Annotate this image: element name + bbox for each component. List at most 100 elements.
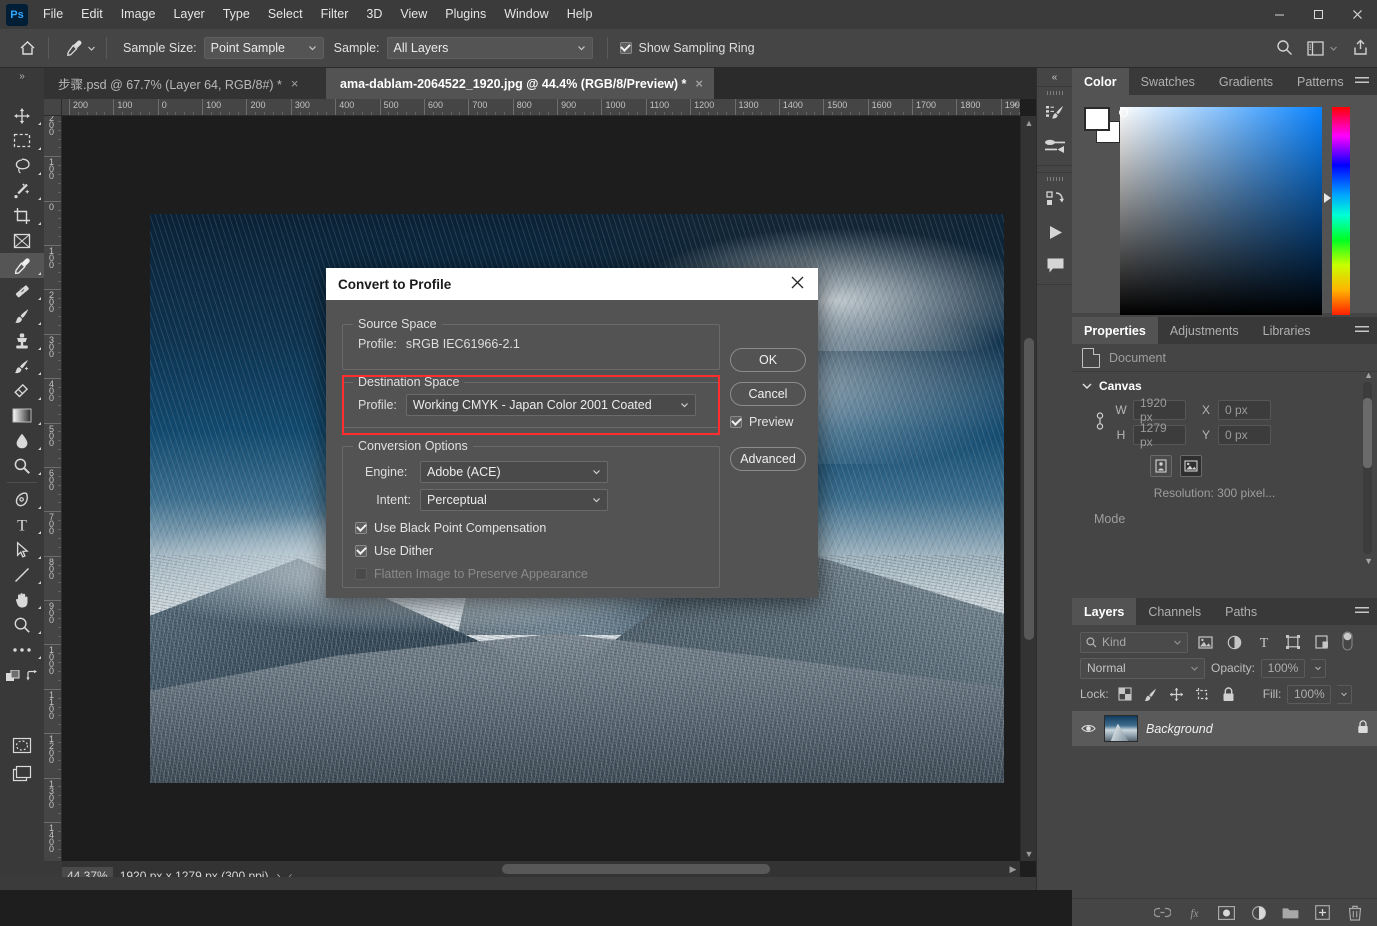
intent-select[interactable]: Perceptual: [420, 489, 608, 511]
minimize-button[interactable]: [1260, 0, 1299, 29]
menu-select[interactable]: Select: [259, 0, 312, 29]
close-tab-icon[interactable]: ×: [291, 76, 299, 91]
sample-size-select[interactable]: Point Sample: [203, 37, 324, 59]
color-panel-swatches[interactable]: [1084, 107, 1122, 143]
new-group-icon[interactable]: [1282, 904, 1299, 921]
lock-image-icon[interactable]: [1141, 684, 1161, 704]
actions-play-icon[interactable]: [1037, 216, 1073, 249]
scrollbar-thumb[interactable]: [1363, 398, 1372, 468]
blend-mode-select[interactable]: Normal: [1080, 657, 1205, 679]
tool-presets-icon[interactable]: [1037, 130, 1073, 163]
menu-layer[interactable]: Layer: [164, 0, 213, 29]
link-dimensions-icon[interactable]: [1094, 411, 1108, 434]
canvas-vertical-scrollbar[interactable]: ▲ ▼: [1020, 116, 1036, 861]
tool-zoom[interactable]: [0, 612, 44, 637]
quick-mask-icon[interactable]: [0, 731, 44, 759]
menu-image[interactable]: Image: [112, 0, 165, 29]
tool-pen[interactable]: [0, 487, 44, 512]
panel-drag-handle[interactable]: [1037, 89, 1072, 97]
lock-artboard-icon[interactable]: [1193, 684, 1213, 704]
close-tab-icon[interactable]: ×: [695, 76, 703, 91]
delete-layer-icon[interactable]: [1346, 904, 1363, 921]
opacity-input[interactable]: 100%: [1261, 658, 1306, 678]
color-swatches[interactable]: [0, 689, 44, 731]
tool-eraser[interactable]: [0, 378, 44, 403]
destination-profile-select[interactable]: Working CMYK - Japan Color 2001 Coated: [405, 394, 696, 416]
tool-rectangular-marquee[interactable]: [0, 128, 44, 153]
screen-mode-icon[interactable]: [0, 759, 44, 787]
menu-window[interactable]: Window: [495, 0, 557, 29]
tool-brush[interactable]: [0, 303, 44, 328]
panel-tab-paths[interactable]: Paths: [1213, 598, 1270, 625]
tool-history-brush[interactable]: [0, 353, 44, 378]
properties-scrollbar[interactable]: [1363, 382, 1372, 554]
cancel-button[interactable]: Cancel: [730, 382, 806, 406]
fill-input[interactable]: 100%: [1287, 684, 1332, 704]
add-mask-icon[interactable]: [1218, 904, 1235, 921]
menu-type[interactable]: Type: [214, 0, 259, 29]
layer-row[interactable]: Background: [1072, 711, 1377, 746]
eye-icon[interactable]: [1080, 723, 1096, 734]
opacity-stepper[interactable]: [1311, 658, 1327, 678]
history-icon[interactable]: [1037, 183, 1073, 216]
scroll-up-arrow-icon[interactable]: ▲: [1021, 116, 1037, 130]
menu-edit[interactable]: Edit: [72, 0, 112, 29]
lock-position-icon[interactable]: [1167, 684, 1187, 704]
scrollbar-thumb[interactable]: [502, 864, 770, 874]
panel-tab-patterns[interactable]: Patterns: [1285, 68, 1356, 95]
width-input[interactable]: 1920 px: [1133, 396, 1186, 424]
tool-magic-wand[interactable]: [0, 178, 44, 203]
scroll-up-arrow-icon[interactable]: ▲: [1364, 370, 1373, 380]
color-panel[interactable]: [1072, 95, 1377, 315]
y-input[interactable]: 0 px: [1218, 425, 1271, 445]
scroll-down-arrow-icon[interactable]: ▼: [1364, 556, 1373, 566]
tool-type[interactable]: T: [0, 512, 44, 537]
close-button[interactable]: [1338, 0, 1377, 29]
tool-dodge[interactable]: [0, 453, 44, 478]
lock-all-icon[interactable]: [1219, 684, 1239, 704]
tool-healing-brush[interactable]: [0, 278, 44, 303]
tool-move[interactable]: [0, 103, 44, 128]
conversion-checkbox-0[interactable]: Use Black Point Compensation: [355, 521, 719, 535]
vertical-ruler[interactable]: 2001000100200300400500600700800900100011…: [44, 116, 62, 861]
menu-filter[interactable]: Filter: [312, 0, 358, 29]
canvas-section-header[interactable]: Canvas: [1072, 372, 1377, 398]
panel-tab-layers[interactable]: Layers: [1072, 598, 1137, 625]
current-tool-eyedropper-icon[interactable]: [61, 35, 100, 61]
filter-type-icon[interactable]: T: [1252, 632, 1275, 653]
tool-frame[interactable]: [0, 228, 44, 253]
preview-checkbox[interactable]: Preview: [730, 415, 793, 429]
x-input[interactable]: 0 px: [1218, 400, 1271, 420]
convert-to-profile-dialog[interactable]: Convert to Profile Source Space Profile:…: [326, 268, 818, 598]
hue-strip[interactable]: [1332, 107, 1350, 315]
panel-tab-libraries[interactable]: Libraries: [1250, 317, 1323, 344]
document-tab-2[interactable]: ama-dablam-2064522_1920.jpg @ 44.4% (RGB…: [326, 68, 714, 99]
portrait-orientation-icon[interactable]: [1150, 455, 1172, 477]
filter-image-icon[interactable]: [1194, 632, 1217, 653]
filter-adjustment-icon[interactable]: [1223, 632, 1246, 653]
layer-filter-kind-select[interactable]: Kind: [1080, 631, 1188, 653]
panel-drag-handle[interactable]: [1037, 175, 1072, 183]
panel-tab-adjustments[interactable]: Adjustments: [1157, 317, 1251, 344]
foreground-color-swatch[interactable]: [1084, 107, 1110, 131]
panel-tab-channels[interactable]: Channels: [1136, 598, 1214, 625]
hue-slider-handle[interactable]: [1324, 193, 1331, 203]
link-layers-icon[interactable]: [1154, 904, 1171, 921]
panel-menu-icon[interactable]: [1355, 598, 1369, 625]
tool-lasso[interactable]: [0, 153, 44, 178]
tool-edit-toolbar-ellipsis[interactable]: [0, 637, 44, 662]
ruler-collapse-icon[interactable]: ^: [1014, 101, 1018, 111]
dialog-close-icon[interactable]: [787, 276, 808, 293]
menu-plugins[interactable]: Plugins: [436, 0, 495, 29]
home-icon[interactable]: [12, 35, 42, 61]
tool-blur[interactable]: [0, 428, 44, 453]
ok-button[interactable]: OK: [730, 348, 806, 372]
share-icon[interactable]: [1352, 39, 1369, 59]
search-icon[interactable]: [1276, 39, 1293, 59]
panel-menu-icon[interactable]: [1355, 317, 1369, 344]
menu-3d[interactable]: 3D: [357, 0, 391, 29]
filter-smart-object-icon[interactable]: [1310, 632, 1333, 653]
scroll-right-arrow-icon[interactable]: ▶: [1006, 861, 1020, 877]
sample-select[interactable]: All Layers: [386, 37, 593, 59]
lock-transparency-icon[interactable]: [1115, 684, 1135, 704]
